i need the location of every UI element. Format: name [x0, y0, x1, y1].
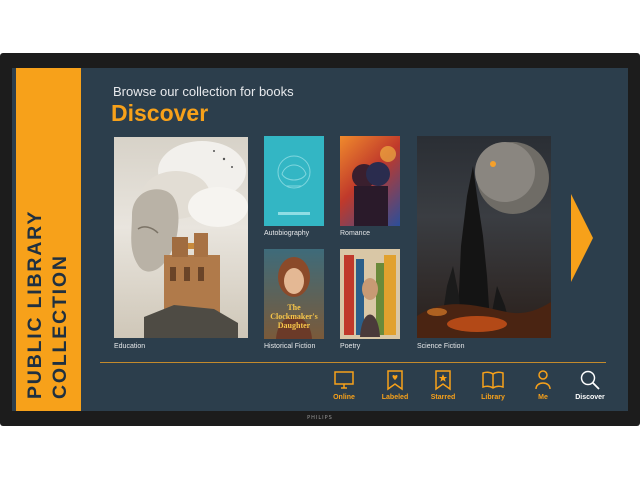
nav-starred-label: Starred — [430, 394, 456, 401]
brand-logo: PHILIPS — [307, 415, 333, 421]
nav-library[interactable]: Library — [473, 369, 513, 401]
page-subtitle: Browse our collection for books — [113, 84, 294, 99]
search-icon — [580, 370, 600, 390]
monitor-icon — [334, 371, 354, 389]
nav-labeled[interactable]: Labeled — [375, 369, 415, 401]
book-caption-autobiography[interactable]: Autobiography — [264, 230, 309, 237]
nav-library-label: Library — [481, 394, 505, 401]
book-cover-autobiography[interactable] — [264, 136, 324, 226]
romance-artwork — [352, 146, 396, 226]
autobiography-artwork — [277, 155, 311, 215]
sidebar-title: PUBLIC LIBRARY COLLECTION — [24, 209, 71, 399]
nav-online[interactable]: Online — [324, 369, 364, 401]
nav-discover[interactable]: Discover — [570, 369, 610, 401]
sidebar-banner: PUBLIC LIBRARY COLLECTION — [16, 68, 81, 411]
nav-me[interactable]: Me — [523, 369, 563, 401]
nav-starred[interactable]: Starred — [423, 369, 463, 401]
page-title: Discover — [111, 100, 209, 126]
book-caption-poetry[interactable]: Poetry — [340, 343, 360, 350]
science-fiction-artwork — [417, 142, 551, 338]
book-cover-poetry[interactable] — [340, 249, 400, 339]
nav-me-label: Me — [538, 394, 548, 401]
book-caption-romance[interactable]: Romance — [340, 230, 370, 237]
book-cover-education[interactable] — [114, 137, 248, 338]
kiosk-screen: PUBLIC LIBRARY COLLECTION Browse our col… — [12, 68, 628, 411]
education-artwork — [131, 141, 248, 338]
star-bookmark-icon — [435, 370, 451, 391]
book-cover-science-fiction[interactable] — [417, 136, 551, 338]
book-caption-education[interactable]: Education — [114, 343, 145, 350]
book-cover-romance[interactable] — [340, 136, 400, 226]
nav-discover-label: Discover — [575, 394, 605, 401]
nav-divider — [100, 362, 606, 363]
poetry-artwork — [344, 255, 396, 337]
next-page-arrow[interactable] — [571, 194, 593, 282]
person-icon — [535, 370, 551, 390]
open-book-icon — [482, 371, 504, 389]
historical-fiction-cover-title: The Clockmaker's Daughter — [270, 303, 318, 330]
book-caption-science-fiction[interactable]: Science Fiction — [417, 343, 464, 350]
nav-labeled-label: Labeled — [381, 394, 409, 401]
nav-online-label: Online — [333, 394, 355, 401]
book-caption-historical-fiction[interactable]: Historical Fiction — [264, 343, 315, 350]
heart-bookmark-icon — [387, 370, 403, 391]
book-cover-historical-fiction[interactable]: The Clockmaker's Daughter — [264, 249, 324, 339]
